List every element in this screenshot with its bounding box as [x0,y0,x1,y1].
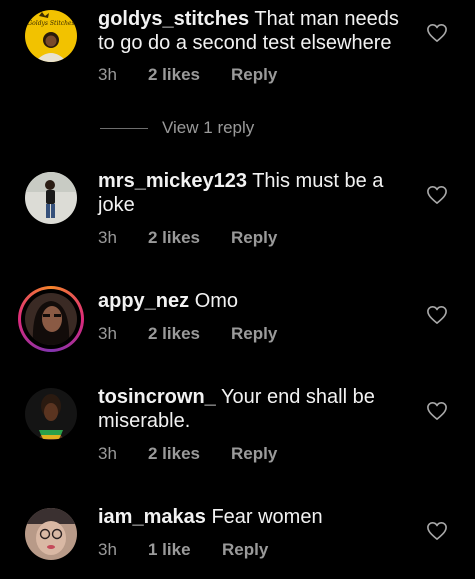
comment-meta: 3h 2 likes Reply [98,228,277,248]
comment-time: 3h [98,65,117,84]
view-replies-label: View 1 reply [162,118,255,137]
heart-outline-icon[interactable] [426,23,448,43]
comment-username[interactable]: tosincrown_ [98,386,216,408]
comment-meta: 3h 2 likes Reply [98,65,277,85]
avatar[interactable] [25,172,77,224]
comment-text: appy_nez Omo [98,289,418,313]
avatar [25,293,77,345]
reply-button[interactable]: Reply [231,324,277,344]
comment-body: Fear women [211,506,323,528]
comment-likes[interactable]: 2 likes [148,324,231,344]
heart-outline-icon[interactable] [426,521,448,541]
heart-outline-icon[interactable] [426,305,448,325]
comment-meta: 3h 2 likes Reply [98,444,277,464]
comment-likes[interactable]: 1 like [148,540,222,560]
avatar[interactable] [25,388,77,440]
avatar-image [25,508,77,560]
comment-meta: 3h 1 like Reply [98,540,268,560]
avatar[interactable] [25,508,77,560]
avatar-image [25,293,77,345]
reply-button[interactable]: Reply [231,444,277,464]
avatar[interactable]: Goldys Stitches [25,10,77,62]
svg-text:Goldys Stitches: Goldys Stitches [27,20,74,27]
comment-text: goldys_stitches That man needs to go do … [98,7,418,55]
comment-likes[interactable]: 2 likes [148,444,231,464]
comment-time: 3h [98,324,117,343]
comment-time: 3h [98,444,117,463]
comment-text: iam_makas Fear women [98,505,418,529]
avatar-image [25,388,77,440]
comment-time: 3h [98,228,117,247]
comment-likes[interactable]: 2 likes [148,65,231,85]
comment-username[interactable]: appy_nez [98,290,189,312]
comment-text: mrs_mickey123 This must be a joke [98,169,418,217]
replies-divider [100,127,148,129]
comment-likes[interactable]: 2 likes [148,228,231,248]
reply-button[interactable]: Reply [222,540,268,560]
reply-button[interactable]: Reply [231,65,277,85]
comment-username[interactable]: iam_makas [98,506,206,528]
heart-outline-icon[interactable] [426,185,448,205]
avatar-image [25,172,77,224]
story-ring[interactable] [18,286,84,352]
comment-username[interactable]: goldys_stitches [98,8,249,30]
heart-outline-icon[interactable] [426,401,448,421]
comment-text: tosincrown_ Your end shall be miserable. [98,385,418,433]
comment-body: Omo [194,290,239,312]
comment-time: 3h [98,540,117,559]
avatar-image: Goldys Stitches [25,10,77,62]
comment-meta: 3h 2 likes Reply [98,324,277,344]
reply-button[interactable]: Reply [231,228,277,248]
comment-username[interactable]: mrs_mickey123 [98,170,247,192]
view-replies-button[interactable]: View 1 reply [100,118,254,138]
